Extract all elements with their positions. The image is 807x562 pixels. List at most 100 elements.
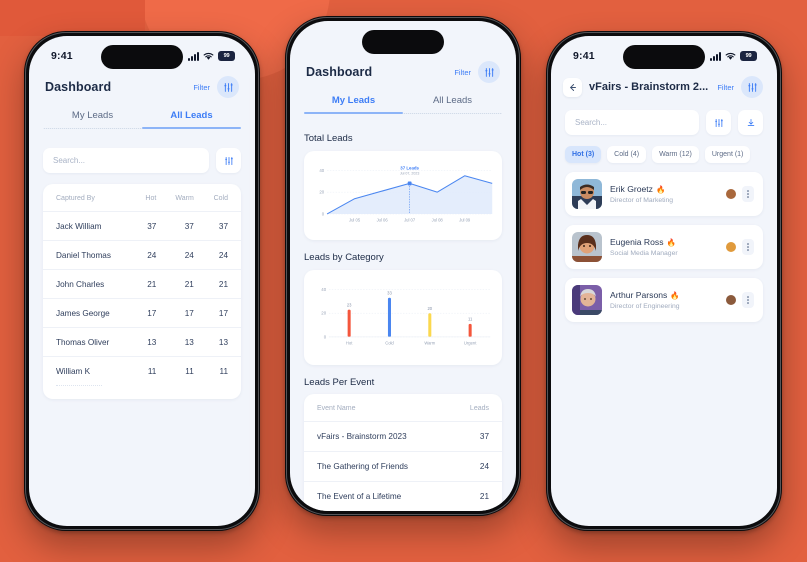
sliders-icon [714, 118, 723, 127]
filter-chips: Hot (3) Cold (4) Warm (12) Urgent (1) [551, 135, 777, 163]
sliders-icon [747, 82, 757, 92]
svg-text:23: 23 [347, 302, 352, 307]
filter-label[interactable]: Filter [193, 83, 210, 92]
svg-text:20: 20 [319, 190, 324, 195]
contact-actions [726, 239, 754, 255]
list-item[interactable]: Arthur Parsons 🔥 Director of Engineering [565, 278, 763, 322]
section-title-total-leads: Total Leads [304, 133, 353, 144]
table-row[interactable]: John Charles 21 21 21 [43, 269, 241, 299]
leads-per-event-card: Event Name Leads vFairs - Brainstorm 202… [304, 394, 502, 511]
back-button[interactable] [563, 77, 582, 97]
avatar-photo [572, 232, 602, 262]
total-leads-area-chart: 0 20 40 Jul 05 Jul 06 Jul 07 Jul 08 Jul 09 37 Le… [319, 165, 493, 223]
download-button[interactable] [738, 110, 763, 135]
list-item[interactable]: Erik Groetz 🔥 Director of Marketing [565, 172, 763, 216]
list-item[interactable]: The Gathering of Friends 24 [304, 451, 502, 481]
appbar-actions: Filter [193, 76, 239, 98]
search-filter-button[interactable] [706, 110, 731, 135]
phone-1-tabs: My Leads All Leads [29, 110, 255, 136]
cell-cold: 21 [199, 269, 241, 299]
cell-name: James George [43, 298, 135, 328]
chip-warm[interactable]: Warm (12) [652, 146, 699, 163]
more-options-button[interactable] [742, 292, 754, 308]
svg-text:Jul 07, 2023: Jul 07, 2023 [400, 172, 420, 176]
page-title: Dashboard [306, 65, 373, 79]
table-row[interactable]: William K 11 11 11 [43, 356, 241, 385]
table-row[interactable]: Daniel Thomas 24 24 24 [43, 240, 241, 270]
list-item[interactable]: vFairs - Brainstorm 2023 37 [304, 421, 502, 451]
filter-label[interactable]: Filter [454, 68, 471, 77]
filter-settings-button[interactable] [217, 76, 239, 98]
table-row[interactable]: Thomas Oliver 13 13 13 [43, 327, 241, 357]
chip-urgent[interactable]: Urgent (1) [704, 146, 751, 163]
cell-hot: 24 [134, 240, 163, 270]
svg-text:Cold: Cold [385, 341, 394, 346]
hot-flame-icon: 🔥 [670, 290, 680, 300]
tab-my-leads[interactable]: My Leads [43, 110, 142, 136]
search-input[interactable]: Search... [565, 110, 699, 135]
chip-hot[interactable]: Hot (3) [565, 146, 602, 163]
cell-warm: 17 [162, 298, 200, 328]
cellular-signal-icon [188, 51, 199, 61]
search-filter-button[interactable] [216, 148, 241, 173]
list-item[interactable]: Eugenia Ross 🔥 Social Media Manager [565, 225, 763, 269]
search-input[interactable]: Search... [43, 148, 209, 173]
tab-my-leads[interactable]: My Leads [304, 95, 403, 121]
contact-role: Social Media Manager [610, 249, 678, 257]
cell-hot: 17 [134, 298, 163, 328]
download-icon [747, 118, 754, 126]
tab-all-leads[interactable]: All Leads [142, 110, 241, 136]
leads-table-card: Captured By Hot Warm Cold Jack William 3… [43, 184, 241, 399]
dynamic-island [362, 30, 444, 54]
wifi-icon [725, 52, 736, 60]
list-item[interactable]: The Event of a Lifetime 21 [304, 481, 502, 511]
svg-text:Urgent: Urgent [464, 341, 477, 346]
filter-settings-button[interactable] [741, 76, 763, 98]
phone-3-screen: 9:41 99 vFairs - Brainstorm 2... Filter … [551, 36, 777, 526]
hot-flame-icon: 🔥 [666, 237, 676, 247]
svg-text:Jul 09: Jul 09 [459, 218, 471, 223]
svg-text:37 Leads: 37 Leads [400, 165, 419, 170]
phone-1-appbar: Dashboard Filter [29, 70, 255, 98]
event-leads-count: 21 [479, 492, 489, 501]
column-warm: Warm [175, 195, 194, 202]
owner-avatar [726, 295, 736, 305]
cell-hot: 37 [134, 211, 163, 241]
appbar-actions: Filter [454, 61, 500, 83]
events-header-row: Event Name Leads [304, 394, 502, 421]
svg-text:Jul 07: Jul 07 [404, 218, 416, 223]
sliders-icon [223, 82, 233, 92]
svg-text:40: 40 [321, 287, 326, 292]
event-name: The Gathering of Friends [317, 462, 409, 471]
status-indicators: 99 [188, 51, 235, 61]
tab-underline [403, 112, 502, 114]
svg-text:Warm: Warm [424, 341, 435, 346]
tab-underline [43, 127, 142, 129]
avatar-photo [572, 179, 602, 209]
cell-warm: 13 [162, 327, 200, 357]
event-leads-count: 37 [479, 432, 489, 441]
arrow-left-icon [570, 83, 576, 91]
contact-role: Director of Marketing [610, 196, 674, 204]
filter-label[interactable]: Filter [717, 83, 734, 92]
phone-2-tabs: My Leads All Leads [290, 95, 516, 121]
contact-name: Erik Groetz [610, 184, 653, 195]
table-row[interactable]: Jack William 37 37 37 [43, 211, 241, 241]
cell-name: John Charles [43, 269, 135, 299]
table-footer-divider [56, 385, 102, 399]
cell-warm: 21 [162, 269, 200, 299]
more-options-button[interactable] [742, 239, 754, 255]
leads-by-category-chart-card: 0 20 40 23 Hot 33 Cold 20 Warm 11 Urgent [304, 270, 502, 365]
battery-indicator: 99 [740, 51, 757, 61]
cell-name: Jack William [43, 211, 135, 241]
phone-1: 9:41 99 Dashboard Filter My Leads All Le… [24, 31, 260, 531]
table-row[interactable]: James George 17 17 17 [43, 298, 241, 328]
filter-settings-button[interactable] [478, 61, 500, 83]
contact-info: Arthur Parsons 🔥 Director of Engineering [610, 290, 718, 310]
chip-cold[interactable]: Cold (4) [607, 146, 647, 163]
avatar [572, 179, 602, 209]
cell-hot: 21 [134, 269, 163, 299]
tab-all-leads[interactable]: All Leads [403, 95, 502, 121]
svg-text:0: 0 [324, 334, 327, 339]
more-options-button[interactable] [742, 186, 754, 202]
